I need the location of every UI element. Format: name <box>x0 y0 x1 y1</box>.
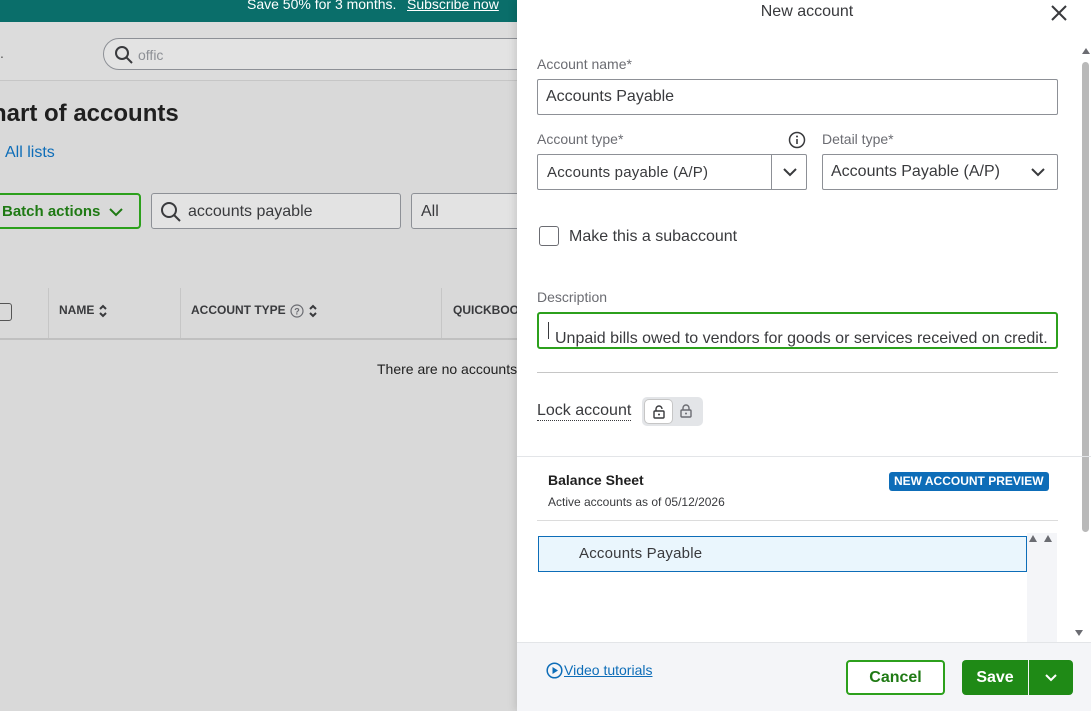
scroll-up-arrow[interactable] <box>1082 48 1090 54</box>
topbar-ellipsis: . <box>0 45 4 61</box>
batch-actions-button[interactable]: Batch actions <box>0 193 141 229</box>
cancel-button[interactable]: Cancel <box>846 660 945 695</box>
chevron-down-icon[interactable] <box>781 164 799 180</box>
section-divider <box>537 372 1058 373</box>
sort-icon <box>99 304 108 318</box>
lock-icon <box>680 404 692 418</box>
preview-title: Balance Sheet <box>548 472 644 488</box>
column-name[interactable]: NAME <box>48 288 180 338</box>
preview-scrollbar[interactable] <box>1027 533 1057 643</box>
account-name-input[interactable]: Accounts Payable <box>537 79 1058 115</box>
drawer-title: New account <box>760 3 854 20</box>
list-search-value: accounts payable <box>188 203 313 220</box>
preview-account-name: Accounts Payable <box>579 545 703 562</box>
column-account-type[interactable]: ACCOUNT TYPE? <box>180 288 441 338</box>
account-type-value: Accounts payable (A/P) <box>547 164 709 181</box>
lock-option-unlocked[interactable] <box>644 399 673 424</box>
description-label: Description <box>537 289 608 305</box>
lock-option-locked[interactable] <box>672 399 701 424</box>
account-type-label: Account type* <box>537 131 624 147</box>
detail-type-label: Detail type* <box>822 131 894 147</box>
video-tutorials-label: Video tutorials <box>564 662 653 678</box>
close-button[interactable] <box>1048 2 1070 24</box>
select-divider <box>771 155 772 189</box>
save-button[interactable]: Save <box>962 660 1028 695</box>
lock-account-label[interactable]: Lock account <box>537 402 632 421</box>
search-icon <box>161 202 181 222</box>
subaccount-checkbox[interactable] <box>539 226 559 246</box>
sort-icon <box>308 304 317 318</box>
description-value: Unpaid bills owed to vendors for goods o… <box>555 330 1048 347</box>
scroll-up-arrow[interactable] <box>1044 535 1052 542</box>
text-cursor <box>548 322 549 339</box>
global-search-value: offic <box>138 47 164 63</box>
detail-type-select[interactable]: Accounts Payable (A/P) <box>822 154 1058 190</box>
scroll-up-arrow[interactable] <box>1029 535 1037 542</box>
description-input[interactable]: Unpaid bills owed to vendors for goods o… <box>537 312 1058 349</box>
filter-value: All <box>421 203 439 220</box>
chevron-down-icon <box>109 208 123 217</box>
new-account-drawer: New account Account name* Accounts Payab… <box>517 0 1091 711</box>
chevron-down-icon <box>1031 168 1045 177</box>
account-name-value: Accounts Payable <box>546 88 675 105</box>
search-icon <box>115 46 133 64</box>
drawer-footer: Video tutorials Cancel Save <box>517 642 1091 711</box>
all-lists-link[interactable]: All lists <box>5 144 55 162</box>
batch-actions-label: Batch actions <box>2 203 101 220</box>
preview-account-row: Accounts Payable <box>538 536 1027 572</box>
promo-text: Save 50% for 3 months. <box>247 0 397 12</box>
subscribe-link[interactable]: Subscribe now <box>407 0 499 12</box>
preview-divider <box>537 520 1058 521</box>
save-options-button[interactable] <box>1029 660 1073 695</box>
preview-subtitle: Active accounts as of 05/12/2026 <box>548 495 725 509</box>
unlock-icon <box>653 405 665 419</box>
list-search-input[interactable]: accounts payable <box>151 193 401 229</box>
account-type-select[interactable]: Accounts payable (A/P) <box>537 154 807 190</box>
new-account-preview-badge: NEW ACCOUNT PREVIEW <box>889 472 1049 491</box>
close-icon <box>1051 5 1067 21</box>
balance-sheet-preview: Balance Sheet NEW ACCOUNT PREVIEW Active… <box>517 456 1091 646</box>
play-circle-icon <box>546 662 563 679</box>
empty-table-message: There are no accounts <box>377 361 518 377</box>
select-all-checkbox[interactable] <box>0 303 12 321</box>
lock-account-toggle[interactable] <box>642 397 703 426</box>
accounts-table-header: NAME ACCOUNT TYPE? QUICKBOOKS <box>0 288 540 340</box>
info-icon[interactable] <box>788 131 806 149</box>
scroll-down-arrow[interactable] <box>1075 630 1083 636</box>
column-account-type-label: ACCOUNT TYPE <box>191 303 286 317</box>
global-search-input[interactable]: offic <box>103 38 543 70</box>
video-tutorials-link[interactable]: Video tutorials <box>546 662 652 679</box>
account-name-label: Account name* <box>537 56 632 72</box>
subaccount-label[interactable]: Make this a subaccount <box>569 228 737 246</box>
detail-type-value: Accounts Payable (A/P) <box>831 163 1000 180</box>
svg-text:?: ? <box>294 306 300 316</box>
page-title: hart of accounts <box>0 100 179 127</box>
column-name-label: NAME <box>59 303 95 317</box>
chevron-down-icon <box>1045 674 1057 682</box>
help-icon: ? <box>290 304 304 318</box>
